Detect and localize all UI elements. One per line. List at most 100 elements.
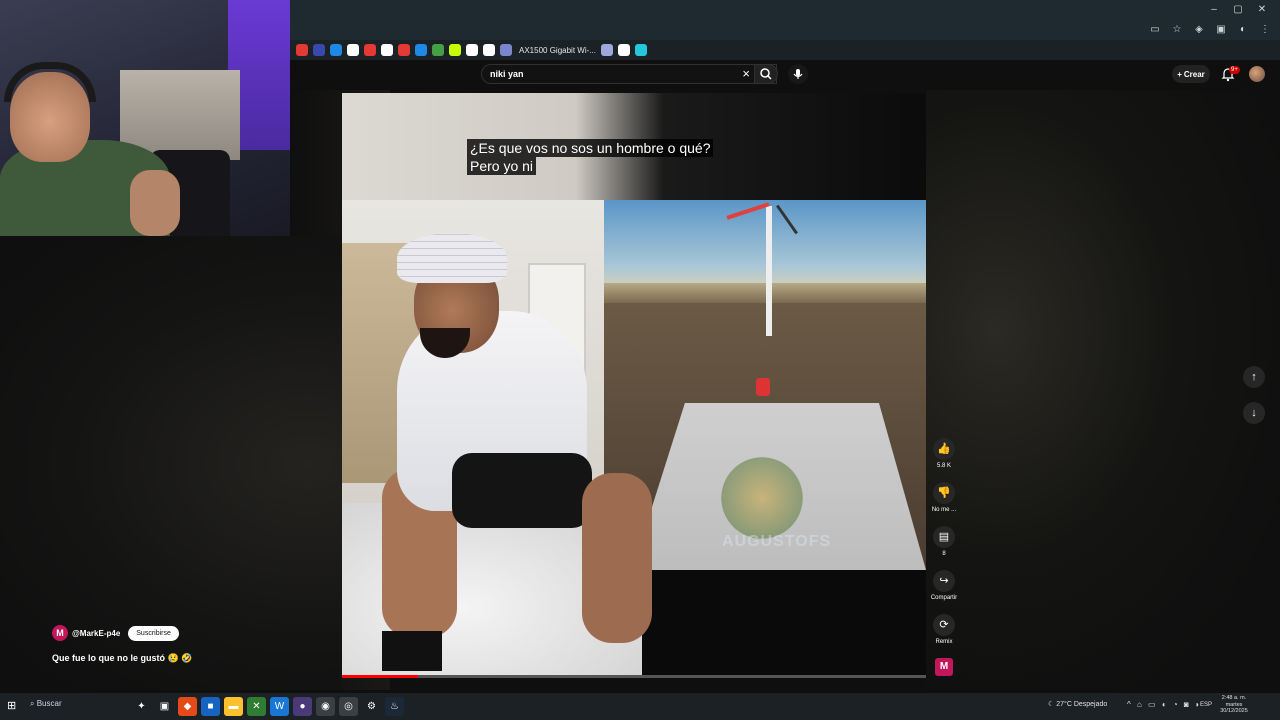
previous-short-button[interactable]: ↑ <box>1243 366 1265 388</box>
like-action[interactable]: 👍 5.8 K <box>928 438 960 469</box>
search-button[interactable] <box>754 64 778 84</box>
language-indicator[interactable]: ESP <box>1200 702 1212 708</box>
window-controls: – ▢ ✕ <box>1202 2 1274 18</box>
screen: – ▢ ✕ ▭ ☆ ◈ ▣ ◐ ⋮ AX1500 Gigabit Wi-... … <box>0 0 1280 720</box>
bookmark-favicon[interactable] <box>634 44 647 56</box>
minimize-button[interactable]: – <box>1202 2 1226 18</box>
weather-text: 27°C Despejado <box>1056 701 1108 708</box>
ambient-right <box>926 90 1280 690</box>
channel-avatar[interactable]: M <box>52 625 68 641</box>
search-icon <box>760 68 772 80</box>
bookmark-favicon[interactable] <box>381 44 393 56</box>
bookmark-favicon[interactable] <box>449 44 461 56</box>
channel-thumbnail[interactable]: M <box>928 658 960 676</box>
video-progress-bar[interactable] <box>342 675 926 678</box>
system-tray[interactable]: ^ ⌂ ▭ ◐ ◔ ◙ ◗ <box>1127 700 1202 709</box>
video-progress-fill <box>342 675 418 678</box>
game-car <box>756 378 770 396</box>
youtube-header <box>290 60 1280 90</box>
short-video-player[interactable]: AUGUSTOFS ¿Es que vos no sos un hombre o… <box>342 93 926 678</box>
puzzle-icon[interactable]: ▣ <box>1214 23 1228 37</box>
chrome-alt-icon[interactable]: ◎ <box>339 697 358 716</box>
thumbs-up-icon[interactable]: 👍 <box>933 438 955 460</box>
chrome-icon[interactable]: ◉ <box>316 697 335 716</box>
word-icon[interactable]: W <box>270 697 289 716</box>
copilot-icon[interactable]: ✦ <box>132 697 151 716</box>
comments-action[interactable]: ▤ 8 <box>928 526 960 557</box>
toolbar-tools: ▭ ☆ ◈ ▣ ◐ ⋮ <box>1148 23 1272 37</box>
bookmark-favicon[interactable] <box>364 44 376 56</box>
close-icon[interactable]: × <box>742 66 750 81</box>
remix-icon[interactable]: ⟳ <box>933 614 955 636</box>
obs-icon[interactable]: ● <box>293 697 312 716</box>
channel-thumbnail-initial: M <box>935 658 953 676</box>
extension-icon[interactable]: ◈ <box>1192 23 1206 37</box>
video-person-sock <box>382 631 442 671</box>
subscribe-button[interactable]: Suscribirse <box>128 625 179 641</box>
search-input[interactable]: niki yan <box>490 69 524 79</box>
bookmark-favicon[interactable] <box>432 44 444 56</box>
taskbar-search[interactable]: ⌕ Buscar <box>30 699 62 709</box>
task-view-icon[interactable]: ▣ <box>155 697 174 716</box>
next-short-button[interactable]: ↓ <box>1243 402 1265 424</box>
video-person-shorts <box>452 453 592 528</box>
bookmark-favicon[interactable] <box>617 44 630 56</box>
share-icon[interactable]: ↪ <box>933 570 955 592</box>
settings-icon[interactable]: ⚙ <box>362 697 381 716</box>
video-title[interactable]: Que fue lo que no le gustó 😢 🤣 <box>52 653 192 664</box>
brave-icon[interactable]: ◆ <box>178 697 197 716</box>
bookmark-favicon[interactable] <box>466 44 478 56</box>
bookmark-favicon[interactable] <box>483 44 495 56</box>
taskbar-search-label: Buscar <box>36 699 62 708</box>
channel-handle[interactable]: @MarkE-p4e <box>72 629 120 638</box>
dislike-action[interactable]: 👎 No me ... <box>928 482 960 513</box>
star-icon[interactable]: ☆ <box>1170 23 1184 37</box>
search-box[interactable]: niki yan × <box>481 64 777 84</box>
bookmark-favicon[interactable] <box>330 44 342 56</box>
remix-label: Remix <box>935 639 953 645</box>
clock-date: 30/12/2025 <box>1220 708 1248 714</box>
cast-icon[interactable]: ▭ <box>1148 23 1162 37</box>
left-panel <box>0 236 342 690</box>
close-window-button[interactable]: ✕ <box>1250 2 1274 18</box>
maximize-button[interactable]: ▢ <box>1226 2 1250 18</box>
bookmark-favicon[interactable] <box>347 44 359 56</box>
bookmark-favicon[interactable] <box>600 44 613 56</box>
weather-widget[interactable]: ☾ 27°C Despejado <box>1048 700 1107 708</box>
bookmark-favicon[interactable] <box>500 44 512 56</box>
create-label: Crear <box>1183 69 1205 79</box>
share-action[interactable]: ↪ Compartir <box>928 570 960 601</box>
watermark-logo <box>712 453 812 543</box>
dislike-label: No me ... <box>931 507 957 513</box>
like-count: 5.8 K <box>936 463 951 469</box>
thumbs-down-icon[interactable]: 👎 <box>933 482 955 504</box>
webcam-person-arm <box>130 170 180 236</box>
bookmark-favicon[interactable] <box>415 44 427 56</box>
windows-start-icon[interactable]: ⊞ <box>7 700 19 712</box>
file-explorer-icon[interactable]: ▬ <box>224 697 243 716</box>
plus-icon: + <box>1177 69 1182 79</box>
windows-taskbar: ⊞ ⌕ Buscar ✦ ▣ ◆ ■ ▬ ✕ W ● ◉ ◎ ⚙ ♨ ☾ 27°… <box>0 693 1280 720</box>
menu-icon[interactable]: ⋮ <box>1258 23 1272 37</box>
share-label: Compartir <box>930 595 958 601</box>
user-avatar[interactable] <box>1249 66 1265 82</box>
taskbar-apps: ✦ ▣ ◆ ■ ▬ ✕ W ● ◉ ◎ ⚙ ♨ <box>132 697 404 716</box>
profile-icon[interactable]: ◐ <box>1236 23 1250 37</box>
steam-icon[interactable]: ♨ <box>385 697 404 716</box>
remix-action[interactable]: ⟳ Remix <box>928 614 960 645</box>
caption-line: ¿Es que vos no sos un hombre o qué? <box>467 139 714 157</box>
taskbar-clock[interactable]: 2:48 a. m. martes 30/12/2025 <box>1214 695 1254 715</box>
bookmark-label[interactable]: AX1500 Gigabit Wi-... <box>519 46 596 55</box>
outlook-icon[interactable]: ■ <box>201 697 220 716</box>
comment-icon[interactable]: ▤ <box>933 526 955 548</box>
mic-icon <box>793 69 803 79</box>
bookmark-favicon[interactable] <box>313 44 325 56</box>
bookmark-favicon[interactable] <box>398 44 410 56</box>
create-button[interactable]: + Crear <box>1172 65 1210 83</box>
arrow-down-icon: ↓ <box>1251 407 1257 419</box>
voice-search-button[interactable] <box>788 64 808 84</box>
video-person-cap <box>397 233 507 283</box>
excel-icon[interactable]: ✕ <box>247 697 266 716</box>
bookmark-favicon[interactable] <box>296 44 308 56</box>
caption-line: Pero yo ni <box>467 157 537 175</box>
